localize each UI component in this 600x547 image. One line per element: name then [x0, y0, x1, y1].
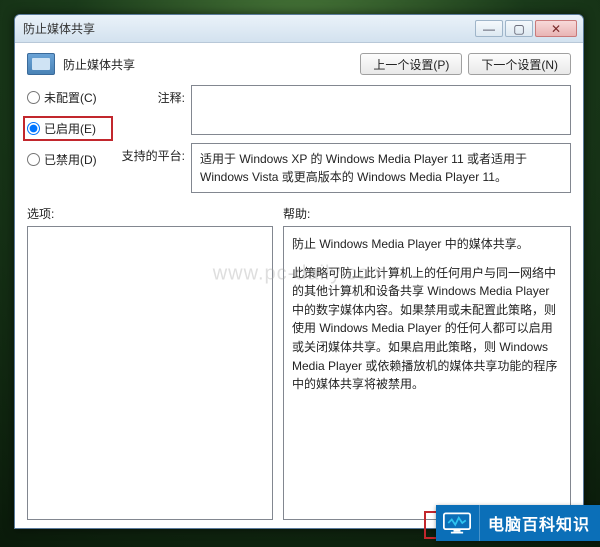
radio-not-configured-label: 未配置(C): [44, 89, 97, 106]
policy-title: 防止媒体共享: [63, 56, 352, 73]
minimize-button[interactable]: —: [475, 20, 503, 37]
platform-label: 支持的平台:: [119, 143, 185, 164]
radio-disabled[interactable]: 已禁用(D): [27, 151, 113, 168]
close-button[interactable]: ✕: [535, 20, 577, 37]
radio-not-configured[interactable]: 未配置(C): [27, 89, 113, 106]
radio-enabled-label: 已启用(E): [44, 120, 96, 137]
brand-monitor-icon: [436, 505, 480, 541]
nav-buttons: 上一个设置(P) 下一个设置(N): [360, 53, 571, 75]
settings-grid: 未配置(C) 已启用(E) 已禁用(D) 注释: 支持的平台: 适用于 Wind…: [27, 85, 571, 193]
maximize-button[interactable]: ▢: [505, 20, 533, 37]
radio-not-configured-input[interactable]: [27, 91, 40, 104]
header-row: 防止媒体共享 上一个设置(P) 下一个设置(N): [27, 53, 571, 75]
note-label: 注释:: [119, 85, 185, 106]
note-textarea[interactable]: [191, 85, 571, 135]
close-icon: ✕: [551, 22, 561, 36]
section-labels: 选项: 帮助:: [27, 205, 571, 222]
help-section-label: 帮助:: [283, 205, 571, 222]
brand-badge: 电脑百科知识: [436, 505, 600, 541]
brand-text: 电脑百科知识: [480, 511, 590, 535]
titlebar: 防止媒体共享 — ▢ ✕: [15, 15, 583, 43]
policy-dialog-window: 防止媒体共享 — ▢ ✕ 防止媒体共享 上一个设置(P) 下一个设置(N) 未配…: [14, 14, 584, 529]
options-section-label: 选项:: [27, 205, 283, 222]
dialog-content: 防止媒体共享 上一个设置(P) 下一个设置(N) 未配置(C) 已启用(E) 已…: [15, 43, 583, 528]
prev-setting-button[interactable]: 上一个设置(P): [360, 53, 462, 75]
radio-disabled-input[interactable]: [27, 153, 40, 166]
supported-platform-text: 适用于 Windows XP 的 Windows Media Player 11…: [191, 143, 571, 193]
radio-disabled-label: 已禁用(D): [44, 151, 97, 168]
radio-enabled-input[interactable]: [27, 122, 40, 135]
help-paragraph-2: 此策略可防止此计算机上的任何用户与同一网络中的其他计算机和设备共享 Window…: [292, 264, 562, 394]
options-panel[interactable]: [27, 226, 273, 520]
maximize-icon: ▢: [513, 22, 524, 36]
window-title: 防止媒体共享: [21, 20, 473, 37]
next-setting-button[interactable]: 下一个设置(N): [468, 53, 571, 75]
minimize-icon: —: [483, 22, 495, 36]
policy-icon: [27, 53, 55, 75]
help-panel[interactable]: 防止 Windows Media Player 中的媒体共享。 此策略可防止此计…: [283, 226, 571, 520]
help-paragraph-1: 防止 Windows Media Player 中的媒体共享。: [292, 235, 562, 254]
lower-panels: 防止 Windows Media Player 中的媒体共享。 此策略可防止此计…: [27, 226, 571, 520]
state-radio-group: 未配置(C) 已启用(E) 已禁用(D): [27, 85, 113, 168]
radio-enabled[interactable]: 已启用(E): [23, 116, 113, 141]
monitor-icon: [443, 512, 471, 534]
